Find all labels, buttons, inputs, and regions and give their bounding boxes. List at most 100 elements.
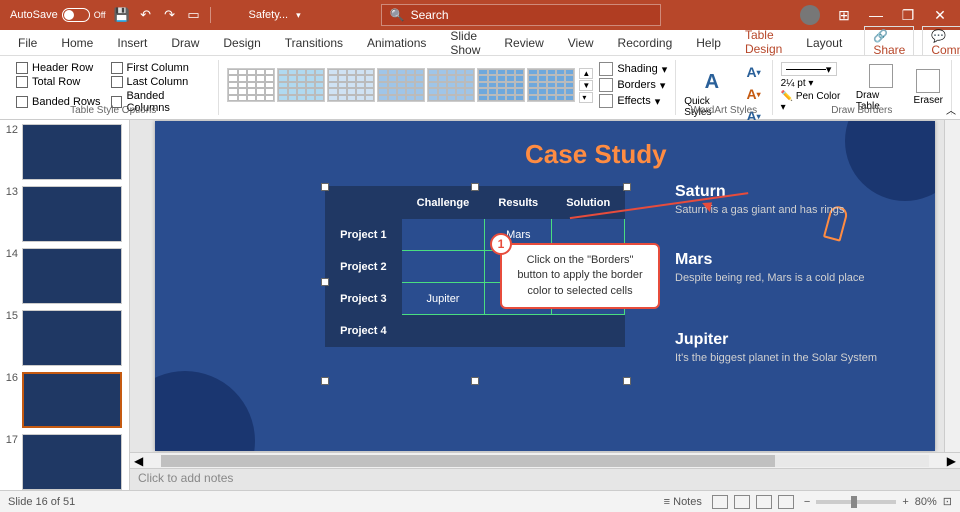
- document-title[interactable]: Safety...: [249, 9, 289, 21]
- effects-button[interactable]: Effects ▾: [599, 94, 667, 108]
- table-header-empty[interactable]: [326, 187, 402, 219]
- tab-transitions[interactable]: Transitions: [275, 32, 353, 54]
- notes-pane[interactable]: Click to add notes: [130, 468, 960, 490]
- jupiter-text[interactable]: It's the biggest planet in the Solar Sys…: [675, 351, 877, 366]
- decorative-blob: [845, 121, 935, 201]
- thumbnail-14[interactable]: [22, 248, 122, 304]
- slideshow-icon[interactable]: ▭: [186, 7, 202, 23]
- table-style-6[interactable]: [477, 68, 525, 102]
- tab-layout[interactable]: Layout: [796, 32, 852, 54]
- slide-counter[interactable]: Slide 16 of 51: [8, 496, 75, 508]
- text-fill-button[interactable]: A▾: [744, 62, 764, 82]
- autosave-toggle[interactable]: AutoSave Off: [10, 8, 106, 22]
- text-outline-button[interactable]: A▾: [744, 84, 764, 104]
- fit-to-window-icon[interactable]: ⊡: [943, 495, 952, 508]
- horizontal-scrollbar[interactable]: ◀ ▶: [130, 452, 960, 468]
- total-row-checkbox[interactable]: Total Row: [16, 76, 101, 88]
- vertical-scrollbar[interactable]: [944, 120, 960, 452]
- eraser-button[interactable]: Eraser: [914, 69, 943, 106]
- slide-title[interactable]: Case Study: [525, 139, 667, 170]
- thumbnail-13[interactable]: [22, 186, 122, 242]
- tab-view[interactable]: View: [558, 32, 604, 54]
- table-cell[interactable]: Project 1: [326, 219, 402, 251]
- borders-button[interactable]: Borders ▾: [599, 78, 667, 92]
- tab-insert[interactable]: Insert: [107, 32, 157, 54]
- zoom-level[interactable]: 80%: [915, 496, 937, 508]
- header-row-checkbox[interactable]: Header Row: [16, 62, 101, 74]
- tab-recording[interactable]: Recording: [608, 32, 683, 54]
- selection-handle[interactable]: [321, 183, 329, 191]
- close-icon[interactable]: ✕: [932, 7, 948, 24]
- zoom-in-button[interactable]: +: [902, 496, 908, 508]
- zoom-out-button[interactable]: −: [804, 496, 810, 508]
- tab-review[interactable]: Review: [494, 32, 553, 54]
- tab-help[interactable]: Help: [686, 32, 731, 54]
- thumbnail-15[interactable]: [22, 310, 122, 366]
- mars-heading[interactable]: Mars: [675, 251, 865, 269]
- scroll-right-icon[interactable]: ▶: [943, 454, 960, 468]
- tab-file[interactable]: File: [8, 32, 47, 54]
- thumbnail-12[interactable]: [22, 124, 122, 180]
- minimize-icon[interactable]: —: [868, 7, 884, 23]
- pen-weight-dropdown[interactable]: 2¼ pt ▾: [781, 78, 848, 89]
- redo-icon[interactable]: ↷: [162, 7, 178, 23]
- table-cell[interactable]: Project 2: [326, 251, 402, 283]
- table-header-results[interactable]: Results: [485, 187, 552, 219]
- table-style-2[interactable]: [277, 68, 325, 102]
- ribbon-display-icon[interactable]: ⊞: [836, 7, 852, 24]
- selection-handle[interactable]: [623, 377, 631, 385]
- slideshow-view-icon[interactable]: [778, 495, 794, 509]
- table-style-4[interactable]: [377, 68, 425, 102]
- styles-scroll-down-icon[interactable]: ▼: [579, 80, 593, 91]
- thumbnail-17[interactable]: [22, 434, 122, 490]
- last-column-checkbox[interactable]: Last Column: [111, 76, 211, 88]
- comments-button[interactable]: 💬 Comments: [922, 26, 960, 60]
- user-avatar[interactable]: [800, 5, 820, 25]
- selection-handle[interactable]: [623, 183, 631, 191]
- slide-thumbnails-panel[interactable]: 12 13 14 15 16 17: [0, 120, 130, 490]
- shading-button[interactable]: Shading ▾: [599, 62, 667, 76]
- table-cell[interactable]: Jupiter: [401, 283, 485, 315]
- draw-table-icon: [869, 64, 893, 88]
- table-style-3[interactable]: [327, 68, 375, 102]
- table-style-1[interactable]: [227, 68, 275, 102]
- notes-button[interactable]: ≡ Notes: [664, 496, 702, 508]
- undo-icon[interactable]: ↶: [138, 7, 154, 23]
- table-style-7[interactable]: [527, 68, 575, 102]
- share-button[interactable]: 🔗 Share: [864, 26, 914, 60]
- slide-sorter-icon[interactable]: [734, 495, 750, 509]
- pen-style-dropdown[interactable]: ▾: [781, 62, 837, 76]
- table-cell[interactable]: Project 3: [326, 283, 402, 315]
- selection-handle[interactable]: [471, 183, 479, 191]
- collapse-ribbon-icon[interactable]: ︿: [946, 102, 956, 117]
- tab-draw[interactable]: Draw: [161, 32, 209, 54]
- search-input[interactable]: [411, 8, 652, 22]
- table-cell[interactable]: Project 4: [326, 315, 402, 347]
- selection-handle[interactable]: [321, 278, 329, 286]
- save-icon[interactable]: 💾: [114, 7, 130, 23]
- reading-view-icon[interactable]: [756, 495, 772, 509]
- mars-text[interactable]: Despite being red, Mars is a cold place: [675, 271, 865, 286]
- scroll-left-icon[interactable]: ◀: [130, 454, 147, 468]
- zoom-slider[interactable]: [816, 500, 896, 504]
- styles-scroll-up-icon[interactable]: ▲: [579, 68, 593, 79]
- normal-view-icon[interactable]: [712, 495, 728, 509]
- styles-more-icon[interactable]: ▾: [579, 92, 593, 103]
- jupiter-heading[interactable]: Jupiter: [675, 331, 877, 349]
- selection-handle[interactable]: [321, 377, 329, 385]
- search-box[interactable]: 🔍: [381, 4, 661, 26]
- first-column-checkbox[interactable]: First Column: [111, 62, 211, 74]
- table-cell[interactable]: [552, 315, 625, 347]
- tab-home[interactable]: Home: [51, 32, 103, 54]
- tab-animations[interactable]: Animations: [357, 32, 436, 54]
- selection-handle[interactable]: [471, 377, 479, 385]
- thumbnail-16[interactable]: [22, 372, 122, 428]
- restore-icon[interactable]: ❐: [900, 7, 916, 24]
- table-header-challenge[interactable]: Challenge: [401, 187, 485, 219]
- table-cell[interactable]: [401, 251, 485, 283]
- table-cell[interactable]: [485, 315, 552, 347]
- table-cell[interactable]: [401, 315, 485, 347]
- table-cell[interactable]: [401, 219, 485, 251]
- table-style-5[interactable]: [427, 68, 475, 102]
- tab-design[interactable]: Design: [213, 32, 270, 54]
